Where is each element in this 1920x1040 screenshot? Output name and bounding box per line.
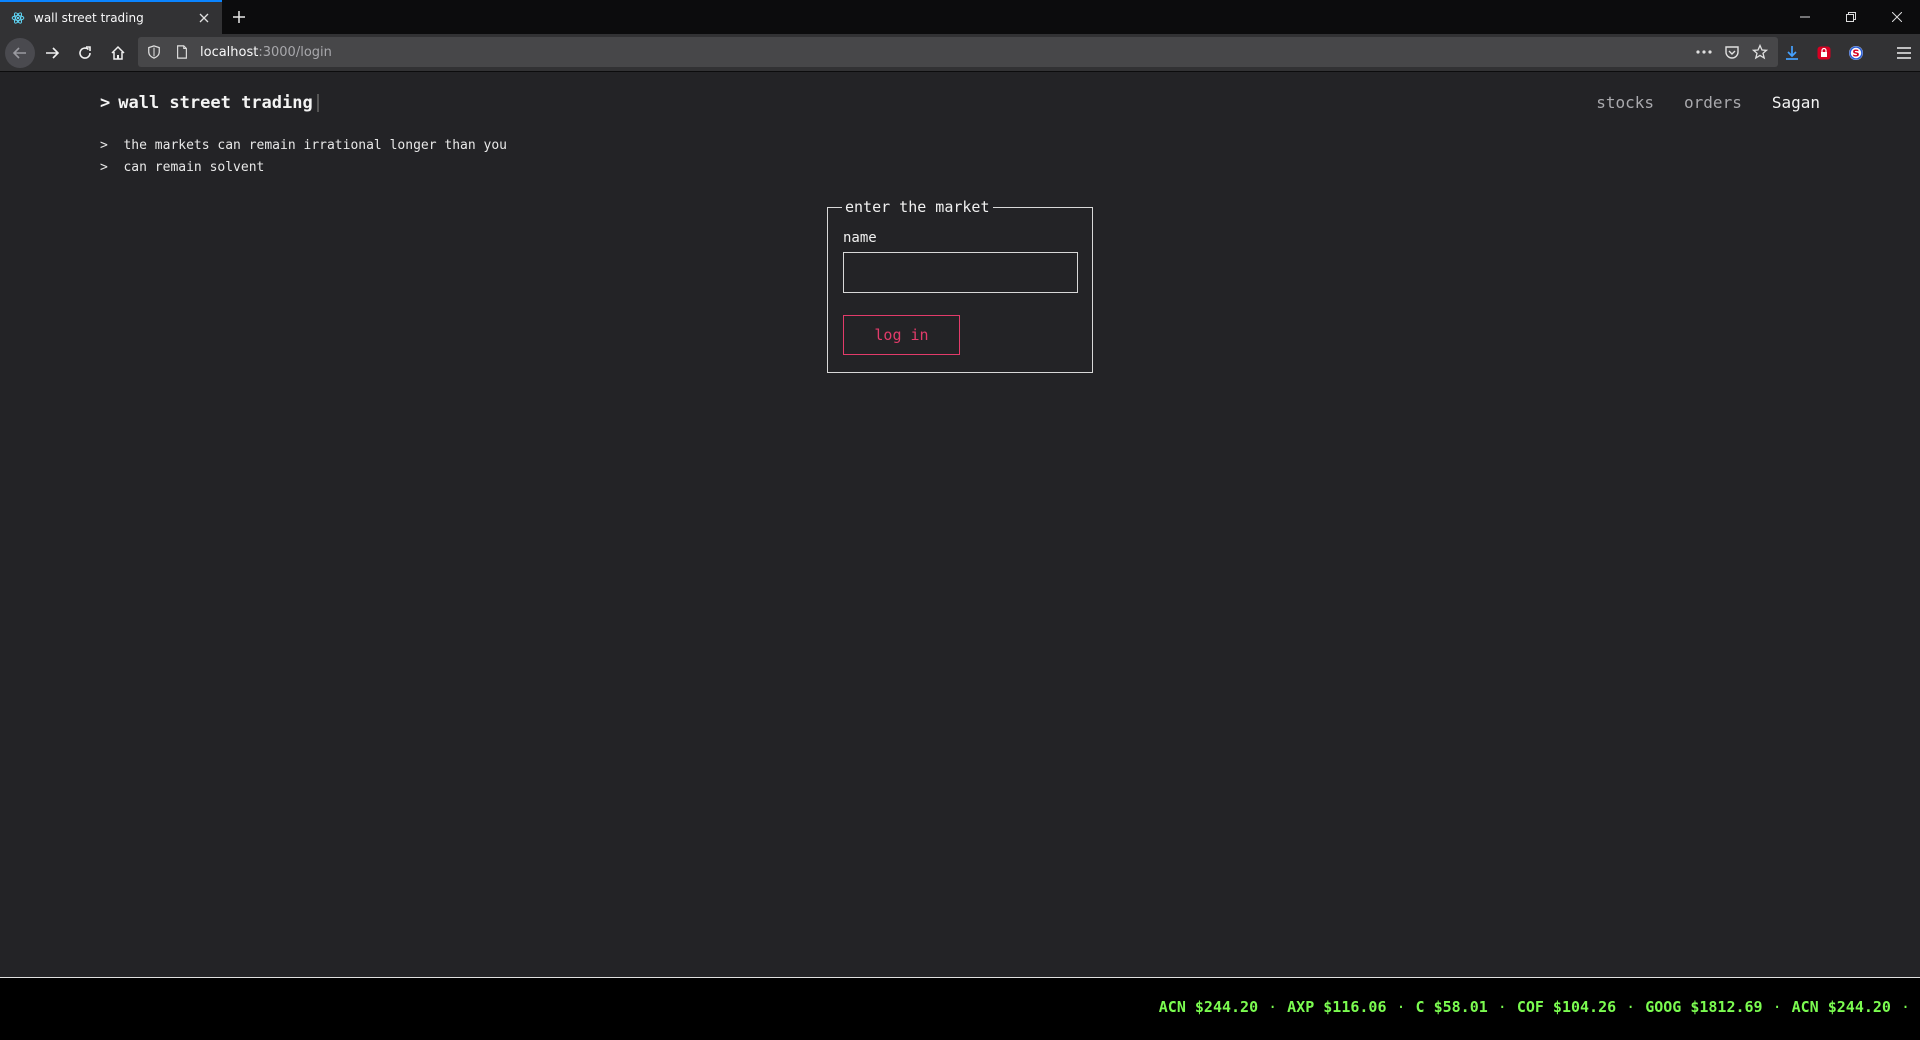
quote-line-1: > the markets can remain irrational long… — [100, 138, 507, 153]
tagline-quote: > the markets can remain irrational long… — [100, 135, 507, 179]
ticker-item: GOOG $1812.69 — [1645, 998, 1763, 1016]
page-content: > wall street trading stocks orders Saga… — [0, 73, 1920, 977]
toolbar-spacer — [1872, 37, 1888, 69]
react-favicon-icon — [10, 10, 26, 26]
bookmark-star-icon[interactable] — [1748, 40, 1772, 64]
quote-line-2: > can remain solvent — [100, 160, 265, 175]
nav-user-link[interactable]: Sagan — [1772, 93, 1820, 112]
back-arrow-icon[interactable] — [5, 37, 35, 68]
name-label: name — [843, 230, 877, 246]
address-bar[interactable]: localhost:3000/login — [138, 37, 1778, 67]
tab-title: wall street trading — [34, 11, 144, 25]
url-host: localhost — [200, 44, 259, 60]
top-nav: stocks orders Sagan — [1596, 93, 1820, 112]
reload-icon[interactable] — [69, 37, 101, 69]
svg-text:S: S — [1852, 49, 1859, 60]
home-icon[interactable] — [102, 37, 134, 69]
browser-tab-active[interactable]: wall street trading — [0, 0, 222, 34]
ticker-item: C $58.01 — [1415, 998, 1488, 1016]
text-cursor — [316, 94, 319, 112]
ticker-track: ACN $244.20 · AXP $116.06 · C $58.01 · COF $10… — [1159, 998, 1920, 1016]
ticker-item: AXP $116.06 — [1287, 998, 1387, 1016]
extension-lock-icon[interactable] — [1808, 37, 1840, 69]
tracking-shield-icon[interactable] — [142, 40, 166, 64]
name-input[interactable] — [843, 252, 1078, 293]
window-controls — [1782, 0, 1920, 34]
browser-toolbar-right: S — [1776, 37, 1920, 69]
page-info-icon[interactable] — [170, 40, 194, 64]
hamburger-menu-icon[interactable] — [1888, 37, 1920, 69]
tab-close-icon[interactable] — [194, 8, 214, 28]
ticker-separator: · — [1497, 998, 1507, 1016]
ticker-separator: · — [1396, 998, 1406, 1016]
more-actions-icon[interactable] — [1692, 40, 1716, 64]
url-path: :3000/login — [258, 44, 332, 60]
url-text[interactable]: localhost:3000/login — [200, 45, 332, 60]
close-window-icon[interactable] — [1874, 0, 1920, 34]
login-legend: enter the market — [842, 198, 993, 216]
nav-stocks-link[interactable]: stocks — [1596, 93, 1654, 112]
ticker-separator: · — [1268, 998, 1278, 1016]
brand-text: wall street trading — [118, 93, 313, 113]
login-button[interactable]: log in — [843, 315, 960, 355]
ticker-item: ACN $244.20 — [1158, 998, 1259, 1016]
ticker-separator: · — [1626, 998, 1636, 1016]
restore-icon[interactable] — [1828, 0, 1874, 34]
minimize-icon[interactable] — [1782, 0, 1828, 34]
stock-ticker: ACN $244.20 · AXP $116.06 · C $58.01 · COF $10… — [0, 977, 1920, 1040]
forward-arrow-icon[interactable] — [36, 37, 68, 69]
brand-title[interactable]: > wall street trading — [100, 93, 319, 113]
downloads-icon[interactable] — [1776, 37, 1808, 69]
nav-orders-link[interactable]: orders — [1684, 93, 1742, 112]
ticker-item: ACN $244.20 — [1791, 998, 1891, 1016]
pocket-icon[interactable] — [1720, 40, 1744, 64]
ticker-separator: · — [1900, 998, 1910, 1016]
brand-prompt: > — [100, 93, 111, 113]
browser-tab-bar: wall street trading — [0, 0, 1920, 34]
ticker-separator: · — [1772, 998, 1782, 1016]
browser-nav-bar: localhost:3000/login S — [0, 34, 1920, 72]
ticker-item: COF $104.26 — [1516, 998, 1617, 1016]
extension-s-icon[interactable]: S — [1840, 37, 1872, 69]
new-tab-icon[interactable] — [222, 0, 256, 34]
login-form: enter the market name log in — [827, 198, 1093, 373]
